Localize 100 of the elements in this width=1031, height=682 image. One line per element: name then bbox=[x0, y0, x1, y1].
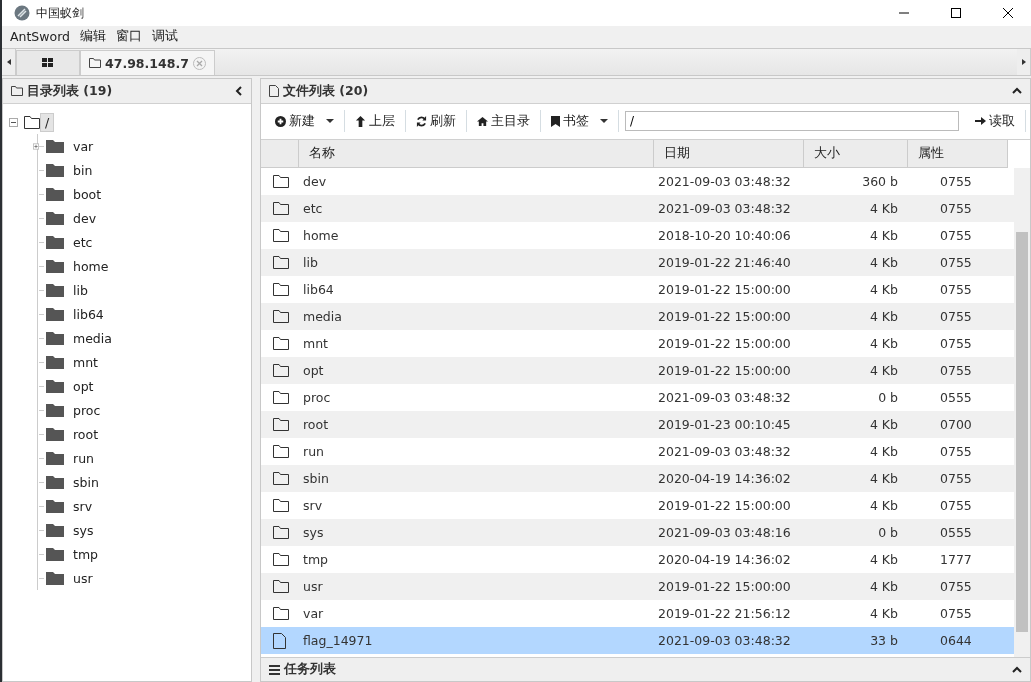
file-row[interactable]: lib 2019-01-22 21:46:40 4 Kb 0755 bbox=[261, 249, 1014, 276]
table-cell-text: 2021-09-03 03:48:16 bbox=[657, 525, 792, 540]
folder-icon bbox=[46, 163, 64, 177]
tree-item[interactable]: srv bbox=[68, 496, 98, 516]
file-row[interactable]: opt 2019-01-22 15:00:00 4 Kb 0755 bbox=[261, 357, 1014, 384]
toolbar-button[interactable]: 上层 bbox=[345, 110, 406, 132]
tree-item[interactable]: proc bbox=[68, 400, 106, 420]
toolbar-button[interactable]: 新建 bbox=[265, 110, 345, 132]
table-cell-text: opt bbox=[302, 363, 325, 378]
table-cell-text: 0755 bbox=[939, 498, 973, 513]
collapse-chevron-icon[interactable] bbox=[1012, 87, 1022, 95]
arrow-up-icon bbox=[355, 115, 366, 127]
table-cell-text: 4 Kb bbox=[868, 228, 899, 243]
caret-icon bbox=[326, 117, 334, 125]
collapse-toggle-icon[interactable] bbox=[9, 117, 18, 127]
table-cell-text: 4 Kb bbox=[868, 498, 899, 513]
folder-icon bbox=[46, 235, 64, 249]
file-row[interactable]: media 2019-01-22 15:00:00 4 Kb 0755 bbox=[261, 303, 1014, 330]
tree-item[interactable]: sbin bbox=[68, 472, 104, 492]
table-cell-text: root bbox=[302, 417, 330, 432]
tree-item[interactable]: home bbox=[68, 256, 114, 276]
grid-tab[interactable] bbox=[16, 50, 80, 75]
caret-icon bbox=[600, 117, 608, 125]
table-cell-text: 0755 bbox=[939, 255, 973, 270]
tree-item[interactable]: opt bbox=[68, 376, 99, 396]
tree-item[interactable]: / bbox=[40, 112, 55, 132]
table-cell-text: 4 Kb bbox=[868, 363, 899, 378]
table-cell-text: 0555 bbox=[939, 390, 973, 405]
folder-icon bbox=[273, 283, 289, 296]
refresh-icon bbox=[416, 115, 427, 127]
path-input[interactable]: / bbox=[625, 111, 959, 131]
scroll-left-button[interactable] bbox=[2, 49, 16, 75]
table-cell-text: 2020-04-19 14:36:02 bbox=[657, 471, 792, 486]
file-row[interactable]: sbin 2020-04-19 14:36:02 4 Kb 0755 bbox=[261, 465, 1014, 492]
read-button[interactable]: 读取 bbox=[965, 110, 1026, 132]
column-header[interactable]: 属性 bbox=[908, 140, 1008, 168]
tree-item[interactable]: lib64 bbox=[68, 304, 109, 324]
menu-item[interactable]: 调试 bbox=[152, 28, 179, 45]
tab[interactable]: 47.98.148.7 bbox=[80, 50, 215, 75]
tree-item[interactable]: dev bbox=[68, 208, 102, 228]
scroll-right-button[interactable] bbox=[1017, 49, 1031, 75]
folder-icon bbox=[273, 202, 289, 215]
tree-item[interactable]: media bbox=[68, 328, 117, 348]
table-cell-text: srv bbox=[302, 498, 324, 513]
tree-item[interactable]: mnt bbox=[68, 352, 103, 372]
table-cell-text: mnt bbox=[302, 336, 329, 351]
folder-icon bbox=[273, 229, 289, 242]
table-cell-text: 4 Kb bbox=[868, 201, 899, 216]
table-cell-text: proc bbox=[302, 390, 332, 405]
table-cell-text: 2018-10-20 10:40:06 bbox=[657, 228, 792, 243]
tree-item[interactable]: tmp bbox=[68, 544, 103, 564]
folder-icon bbox=[273, 607, 289, 620]
menu-item[interactable]: AntSword bbox=[10, 29, 71, 44]
toolbar-button[interactable]: 刷新 bbox=[406, 110, 467, 132]
expand-toggle-icon[interactable] bbox=[33, 141, 39, 151]
folder-icon bbox=[273, 526, 289, 539]
folder-icon bbox=[273, 580, 289, 593]
folder-icon bbox=[46, 547, 64, 561]
menu-item[interactable]: 编辑 bbox=[80, 28, 107, 45]
scrollbar[interactable] bbox=[1014, 168, 1030, 657]
folder-icon bbox=[46, 187, 64, 201]
file-row[interactable]: flag_14971 2021-09-03 03:48:32 33 b 0644 bbox=[261, 627, 1014, 654]
column-header[interactable]: 名称 bbox=[299, 140, 654, 168]
panel-title: 任务列表 bbox=[284, 661, 337, 678]
tree-item[interactable]: etc bbox=[68, 232, 98, 252]
expand-chevron-icon[interactable] bbox=[1012, 665, 1022, 674]
table-cell-text: var bbox=[302, 606, 325, 621]
tree-item[interactable]: sys bbox=[68, 520, 99, 540]
tree-item[interactable]: bin bbox=[68, 160, 98, 180]
folder-icon bbox=[273, 310, 289, 323]
file-row[interactable]: etc 2021-09-03 03:48:32 4 Kb 0755 bbox=[261, 195, 1014, 222]
tree-item[interactable]: var bbox=[68, 136, 99, 156]
file-row[interactable]: usr 2019-01-22 15:00:00 4 Kb 0755 bbox=[261, 573, 1014, 600]
table-cell-text: 1777 bbox=[939, 552, 973, 567]
folder-icon bbox=[24, 115, 40, 129]
table-cell-text: home bbox=[302, 228, 340, 243]
table-cell-text: 2019-01-22 15:00:00 bbox=[657, 336, 792, 351]
file-icon bbox=[269, 85, 279, 97]
tree-item[interactable]: usr bbox=[68, 568, 98, 588]
tree-item[interactable]: lib bbox=[68, 280, 93, 300]
tree-item[interactable]: run bbox=[68, 448, 99, 468]
folder-icon bbox=[11, 86, 23, 96]
toolbar-button[interactable]: 书签 bbox=[541, 110, 619, 132]
collapse-chevron-icon[interactable] bbox=[235, 86, 243, 96]
column-header[interactable]: 大小 bbox=[804, 140, 908, 168]
tree-item[interactable]: root bbox=[68, 424, 104, 444]
table-cell-text: dev bbox=[302, 174, 328, 189]
table-cell-text: 2019-01-22 15:00:00 bbox=[657, 309, 792, 324]
file-row[interactable]: root 2019-01-23 00:10:45 4 Kb 0700 bbox=[261, 411, 1014, 438]
table-cell-text: 0755 bbox=[939, 444, 973, 459]
table-cell-text: 0755 bbox=[939, 606, 973, 621]
toolbar-button[interactable]: 主目录 bbox=[467, 110, 541, 132]
folder-icon bbox=[46, 211, 64, 225]
column-header[interactable]: 日期 bbox=[654, 140, 804, 168]
menu-item[interactable]: 窗口 bbox=[116, 28, 143, 45]
table-cell-text: tmp bbox=[302, 552, 329, 567]
panel-title: 目录列表 (19) bbox=[27, 82, 114, 100]
file-row[interactable]: sys 2021-09-03 03:48:16 0 b 0555 bbox=[261, 519, 1014, 546]
tree-item[interactable]: boot bbox=[68, 184, 107, 204]
table-cell-text: 0755 bbox=[939, 363, 973, 378]
